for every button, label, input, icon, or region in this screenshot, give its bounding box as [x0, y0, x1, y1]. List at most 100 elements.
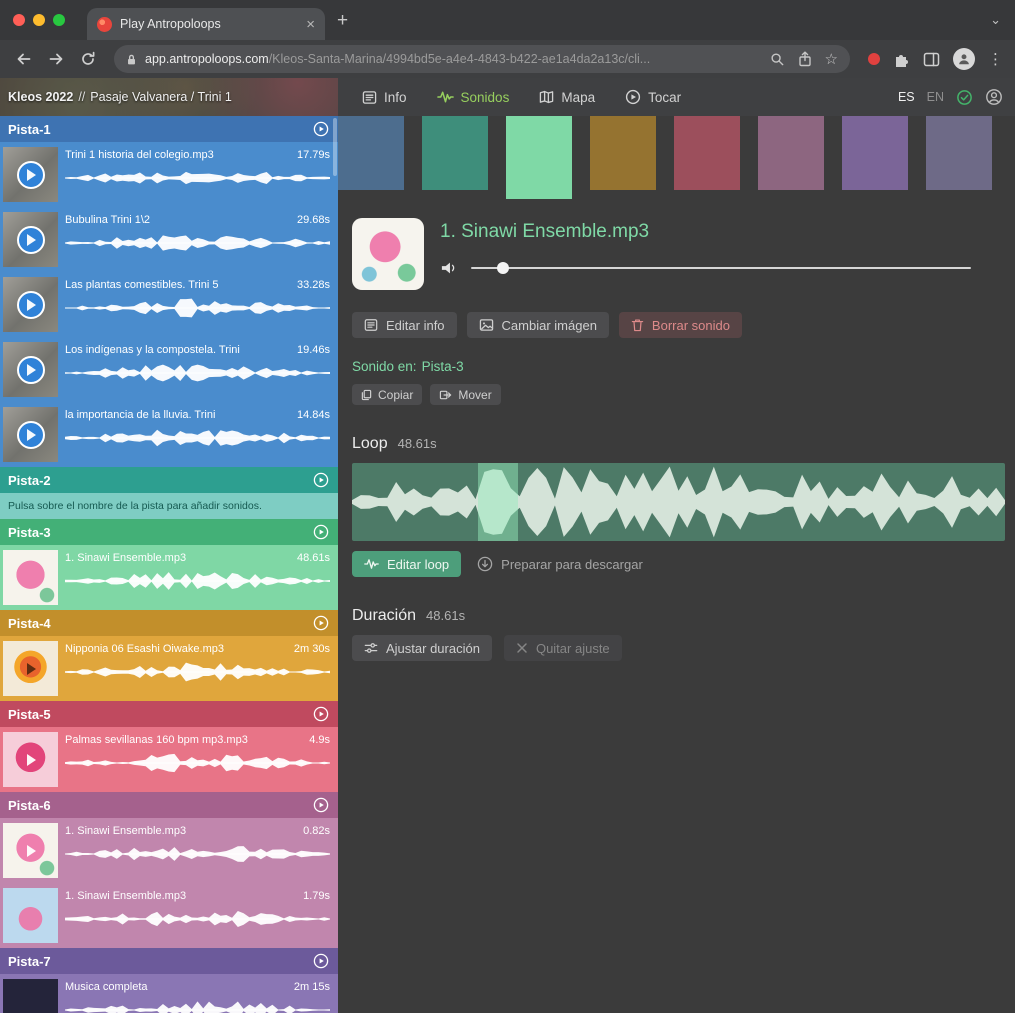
- sound-waveform[interactable]: [65, 166, 330, 190]
- speaker-icon[interactable]: [440, 260, 459, 276]
- sound-item[interactable]: 1. Sinawi Ensemble.mp31.79s: [0, 883, 338, 948]
- sidebar-scrollbar[interactable]: [333, 118, 337, 176]
- side-panel-icon[interactable]: [923, 52, 940, 67]
- tab-close-icon[interactable]: ×: [306, 17, 315, 32]
- sound-item[interactable]: Las plantas comestibles. Trini 533.28s: [0, 272, 338, 337]
- pista-play-icon[interactable]: [313, 524, 329, 540]
- copy-button[interactable]: Copiar: [352, 384, 422, 405]
- sound-waveform[interactable]: [65, 998, 330, 1013]
- window-controls[interactable]: [0, 14, 79, 26]
- pista-header[interactable]: Pista-1: [0, 116, 338, 142]
- track-color-swatch[interactable]: [926, 116, 992, 190]
- clear-adjust-button[interactable]: Quitar ajuste: [504, 635, 622, 661]
- sound-title: Palmas sevillanas 160 bpm mp3.mp3: [65, 734, 248, 746]
- lang-en-button[interactable]: EN: [927, 90, 944, 104]
- pista-header[interactable]: Pista-4: [0, 610, 338, 636]
- sound-waveform[interactable]: [65, 569, 330, 593]
- nav-sonidos-label: Sonidos: [461, 90, 510, 105]
- sound-title: Nipponia 06 Esashi Oiwake.mp3: [65, 643, 224, 655]
- pista-name: Pista-7: [8, 954, 51, 969]
- pista-play-icon[interactable]: [313, 615, 329, 631]
- sound-waveform[interactable]: [65, 660, 330, 684]
- sound-item[interactable]: Musica completa2m 15s: [0, 974, 338, 1013]
- pista-play-icon[interactable]: [313, 953, 329, 969]
- sound-item[interactable]: Nipponia 06 Esashi Oiwake.mp32m 30s: [0, 636, 338, 701]
- pista-header[interactable]: Pista-3: [0, 519, 338, 545]
- sound-waveform[interactable]: [65, 361, 330, 385]
- nav-tocar-label: Tocar: [648, 90, 681, 105]
- pista-1-section: Pista-1 Trini 1 historia del colegio.mp3…: [0, 116, 338, 467]
- track-color-swatch[interactable]: [506, 116, 572, 199]
- pista-play-icon[interactable]: [313, 121, 329, 137]
- account-person-icon[interactable]: [985, 88, 1003, 106]
- sound-waveform[interactable]: [65, 426, 330, 450]
- sound-item[interactable]: la importancia de la lluvia. Trini14.84s: [0, 402, 338, 467]
- sound-item[interactable]: Los indígenas y la compostela. Trini19.4…: [0, 337, 338, 402]
- adjust-duration-button[interactable]: Ajustar duración: [352, 635, 492, 661]
- share-icon[interactable]: [798, 51, 812, 67]
- reload-button[interactable]: [74, 45, 102, 73]
- delete-sound-button[interactable]: Borrar sonido: [619, 312, 742, 338]
- sound-waveform[interactable]: [65, 296, 330, 320]
- track-color-swatch[interactable]: [338, 116, 404, 190]
- pista-play-icon[interactable]: [313, 797, 329, 813]
- prepare-download-button[interactable]: Preparar para descargar: [477, 556, 643, 572]
- nav-info[interactable]: Info: [362, 90, 407, 105]
- sound-waveform[interactable]: [65, 231, 330, 255]
- sound-item-selected[interactable]: 1. Sinawi Ensemble.mp348.61s: [0, 545, 338, 610]
- change-image-button[interactable]: Cambiar imágen: [467, 312, 609, 338]
- sound-item[interactable]: 1. Sinawi Ensemble.mp30.82s: [0, 818, 338, 883]
- loop-waveform[interactable]: [352, 463, 1005, 541]
- edit-loop-button[interactable]: Editar loop: [352, 551, 461, 577]
- pista-play-icon[interactable]: [313, 472, 329, 488]
- pista-play-icon[interactable]: [313, 706, 329, 722]
- pista-header[interactable]: Pista-6: [0, 792, 338, 818]
- extensions-puzzle-icon[interactable]: [893, 51, 910, 68]
- track-color-swatch[interactable]: [590, 116, 656, 190]
- pista-header[interactable]: Pista-5: [0, 701, 338, 727]
- sound-duration: 2m 15s: [294, 981, 330, 993]
- sound-waveform[interactable]: [65, 842, 330, 866]
- zoom-window-button[interactable]: [53, 14, 65, 26]
- sound-duration: 17.79s: [297, 149, 330, 161]
- volume-slider-thumb[interactable]: [497, 262, 509, 274]
- new-tab-button[interactable]: +: [337, 11, 348, 30]
- move-button[interactable]: Mover: [430, 384, 500, 405]
- sound-item[interactable]: Palmas sevillanas 160 bpm mp3.mp34.9s: [0, 727, 338, 792]
- breadcrumb-path[interactable]: Pasaje Valvanera / Trini 1: [90, 90, 232, 104]
- sound-waveform[interactable]: [65, 751, 330, 775]
- back-button[interactable]: [10, 45, 38, 73]
- breadcrumb[interactable]: Kleos 2022//Pasaje Valvanera / Trini 1: [0, 78, 338, 116]
- edit-info-button[interactable]: Editar info: [352, 312, 457, 338]
- recording-indicator-icon[interactable]: [868, 53, 880, 65]
- close-window-button[interactable]: [13, 14, 25, 26]
- track-color-swatch[interactable]: [758, 116, 824, 190]
- nav-mapa[interactable]: Mapa: [539, 90, 595, 105]
- address-bar[interactable]: app.antropoloops.com/Kleos-Santa-Marina/…: [114, 45, 850, 73]
- track-color-swatch[interactable]: [842, 116, 908, 190]
- sound-item[interactable]: Trini 1 historia del colegio.mp317.79s: [0, 142, 338, 207]
- profile-avatar[interactable]: [953, 48, 975, 70]
- pista-header[interactable]: Pista-7: [0, 948, 338, 974]
- tab-search-chevron-icon[interactable]: ⌄: [990, 12, 1001, 28]
- breadcrumb-project[interactable]: Kleos 2022: [8, 90, 73, 104]
- track-color-swatch[interactable]: [422, 116, 488, 190]
- forward-button[interactable]: [42, 45, 70, 73]
- minimize-window-button[interactable]: [33, 14, 45, 26]
- bookmark-star-icon[interactable]: ☆: [825, 52, 838, 67]
- volume-slider[interactable]: [471, 267, 971, 269]
- address-bar-row: app.antropoloops.com/Kleos-Santa-Marina/…: [0, 40, 1015, 78]
- sound-location-track-link[interactable]: Pista-3: [422, 359, 464, 374]
- nav-tocar[interactable]: Tocar: [625, 89, 681, 105]
- track-color-swatch[interactable]: [674, 116, 740, 190]
- zoom-icon[interactable]: [770, 52, 785, 67]
- browser-tab[interactable]: Play Antropoloops ×: [87, 8, 325, 40]
- sound-waveform[interactable]: [65, 907, 330, 931]
- sound-item[interactable]: Bubulina Trini 1\229.68s: [0, 207, 338, 272]
- nav-sonidos[interactable]: Sonidos: [437, 90, 510, 105]
- selected-sound-image[interactable]: [352, 218, 424, 290]
- browser-menu-icon[interactable]: ⋮: [988, 52, 1003, 67]
- pista-header[interactable]: Pista-2: [0, 467, 338, 493]
- lang-es-button[interactable]: ES: [898, 90, 915, 104]
- loop-selection-region[interactable]: [478, 463, 518, 541]
